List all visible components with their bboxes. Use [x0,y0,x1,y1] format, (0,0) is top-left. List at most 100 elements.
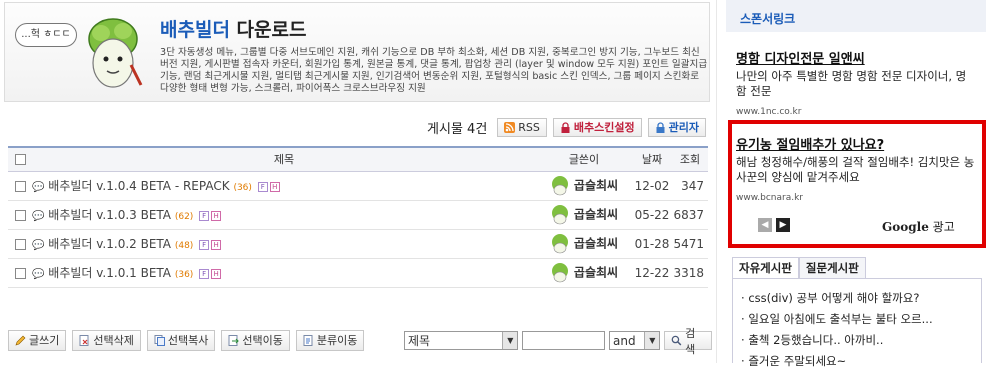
search-field-select[interactable]: 제목 ▼ [404,331,519,350]
comment-count: (36) [233,183,252,193]
mascot-illustration: ...헉 ㅎㄷㄷ [13,9,143,101]
google-ads-label[interactable]: Google 광고 [882,218,955,235]
post-subject-link[interactable]: 배추빌더 v.1.0.3 BETA [48,208,171,222]
post-views: 3318 [672,258,708,288]
move-selected-button[interactable]: 선택이동 [221,329,290,351]
writer-name[interactable]: 곱슬최씨 [574,178,618,192]
writer-name[interactable]: 곱슬최씨 [574,207,618,221]
list-item[interactable]: · css(div) 공부 어떻게 해야 할까요? [741,288,981,309]
list-item[interactable]: · 일요일 아침에도 출석부는 불타 오르... [741,309,981,330]
recent-posts-panel: · css(div) 공부 어떻게 해야 할까요? · 일요일 아침에도 출석부… [732,278,982,368]
hot-tag-icon: H [211,210,222,221]
post-count: 게시물 4건 [427,121,488,137]
board-description: 3단 자동생성 메뉴, 그룹별 다중 서브도메인 지원, 캐쉬 기능으로 DB … [160,47,708,94]
board-tabs: 자유게시판 질문게시판 [732,257,866,279]
select-all-checkbox[interactable] [14,154,26,166]
cabbage-mascot-icon [88,18,143,88]
ad-headline[interactable]: 유기농 절임배추가 있나요? [736,134,976,153]
ad-url[interactable]: www.1nc.co.kr [736,107,976,117]
search-bar: 제목 ▼ and ▼ 검색 [404,327,712,356]
board-toolbar: 게시물 4건 RSS 배추스킨설정 관리자 [427,117,706,137]
document-move-icon [228,334,240,346]
table-row: 💬 배추빌더 v.1.0.4 BETA - REPACK (36) FH 곱슬최… [8,171,708,201]
cabbage-avatar-icon [551,233,568,253]
file-tag-icon: F [257,181,268,192]
comment-bubble-icon: 💬 [32,211,45,222]
post-date: 01-28 [632,229,672,259]
main-content: ...헉 ㅎㄷㄷ 배추빌더 다운로드 3단 자동생성 메뉴, 그룹별 다중 서브… [0,0,712,363]
table-row: 💬 배추빌더 v.1.0.1 BETA (36) FH 곱슬최씨 12-22 3… [8,258,708,288]
prev-ad-icon[interactable]: ◀ [758,218,772,232]
delete-selected-button[interactable]: 선택삭제 [72,329,141,351]
chevron-down-icon: ▼ [644,332,660,349]
copy-selected-button[interactable]: 선택복사 [146,329,216,351]
comment-count: (48) [174,241,194,251]
post-subject-link[interactable]: 배추빌더 v.1.0.1 BETA [48,266,171,280]
file-tag-icon: F [199,268,210,279]
tab-question-board[interactable]: 질문게시판 [798,257,866,279]
ad-navigation: ◀ ▶ [758,218,790,232]
comment-count: (62) [174,212,194,222]
row-checkbox[interactable] [14,209,26,221]
subject-header: 제목 [32,146,536,172]
hot-tag-icon: H [211,268,222,279]
post-views: 347 [672,171,708,201]
document-copy-icon [154,334,165,346]
file-tag-icon: F [199,210,210,221]
ad-body: 나만의 아주 특별한 명함 명함 전문 디자이너, 명함 전문 [736,69,967,98]
post-date: 12-02 [632,171,672,201]
ad-headline[interactable]: 명함 디자인전문 일앤씨 [736,48,976,67]
row-checkbox[interactable] [14,238,26,250]
board-actions: 글쓰기 선택삭제 선택복사 선택이동 분류이동 [8,329,365,351]
post-views: 6837 [672,200,708,230]
admin-button[interactable]: 관리자 [647,117,706,137]
chevron-down-icon: ▼ [502,332,518,349]
comment-bubble-icon: 💬 [32,269,45,280]
date-header: 날짜 [632,146,672,172]
sponsor-title: 스폰서링크 [726,0,986,32]
page-title: 배추빌더 다운로드 [160,19,307,41]
search-icon [671,335,682,346]
views-header: 조회 [672,146,708,172]
lock-icon [561,121,570,133]
rss-button[interactable]: RSS [497,117,547,137]
hot-tag-icon: H [211,239,222,250]
list-item[interactable]: · 즐거운 주말되세요~ [741,351,981,372]
comment-bubble-icon: 💬 [32,182,45,193]
post-date: 05-22 [632,200,672,230]
writer-header: 글쓴이 [536,146,632,172]
cabbage-avatar-icon [551,204,568,224]
writer-name[interactable]: 곱슬최씨 [574,265,618,279]
post-subject-link[interactable]: 배추빌더 v.1.0.4 BETA - REPACK [48,179,229,193]
sponsored-ad[interactable]: 유기농 절임배추가 있나요? 해남 청정해수/해풍의 걸작 절임배추! 김치맛은… [736,134,976,203]
document-category-icon [303,334,313,346]
ad-url[interactable]: www.bcnara.kr [736,193,976,203]
list-item[interactable]: · 출첵 2등했습니다.. 아까비.. [741,330,981,351]
row-checkbox[interactable] [14,180,26,192]
comment-bubble-icon: 💬 [32,240,45,251]
post-subject-link[interactable]: 배추빌더 v.1.0.2 BETA [48,237,171,251]
tab-free-board[interactable]: 자유게시판 [732,257,799,279]
writer-name[interactable]: 곱슬최씨 [574,236,618,250]
sponsored-ad[interactable]: 명함 디자인전문 일앤씨 나만의 아주 특별한 명함 명함 전문 디자이너, 명… [736,48,976,117]
ad-body: 해남 청정해수/해풍의 걸작 절임배추! 김치맛은 농사꾼의 양심에 맡겨주세요 [736,155,975,184]
search-button[interactable]: 검색 [664,327,712,356]
document-delete-icon [79,334,89,346]
select-all-cell [8,146,32,172]
next-ad-icon[interactable]: ▶ [776,218,790,232]
post-views: 5471 [672,229,708,259]
write-button[interactable]: 글쓰기 [8,329,67,351]
search-operator-select[interactable]: and ▼ [609,331,661,350]
move-category-button[interactable]: 분류이동 [295,329,365,351]
column-divider [716,0,717,363]
post-date: 12-22 [632,258,672,288]
cabbage-avatar-icon [551,262,568,282]
comment-count: (36) [174,270,194,280]
speech-bubble: ...헉 ㅎㄷㄷ [15,23,77,47]
post-table: 제목 글쓴이 날짜 조회 💬 배추빌더 v.1.0.4 BETA - REPAC… [8,146,708,288]
skin-settings-button[interactable]: 배추스킨설정 [552,117,642,137]
cabbage-avatar-icon [551,175,568,195]
hot-tag-icon: H [269,181,280,192]
row-checkbox[interactable] [14,267,26,279]
search-input[interactable] [522,331,606,350]
